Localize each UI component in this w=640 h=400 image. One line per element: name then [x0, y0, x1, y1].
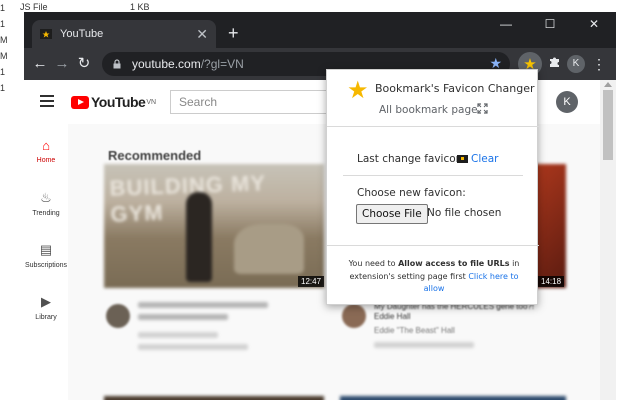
- file-access-notice: You need to Allow access to file URLs in…: [341, 258, 527, 296]
- guide-item-library[interactable]: ▶ Library: [24, 294, 68, 321]
- youtube-avatar[interactable]: K: [556, 91, 578, 113]
- youtube-play-icon: [71, 95, 89, 109]
- choose-file-button[interactable]: Choose File: [356, 204, 428, 224]
- thumbnail-rock: [234, 224, 304, 274]
- tab-title: YouTube: [60, 28, 104, 40]
- section-title: Recommended: [108, 148, 202, 163]
- last-change-label: Last change favicon: [357, 153, 463, 165]
- tab-youtube[interactable]: YouTube ✕: [32, 20, 216, 48]
- youtube-search-input[interactable]: Search: [170, 90, 330, 114]
- channel-avatar[interactable]: [106, 304, 130, 328]
- current-favicon-icon: [457, 155, 468, 163]
- all-bookmark-link[interactable]: All bookmark page: [379, 104, 478, 116]
- video-duration: 14:18: [538, 276, 565, 287]
- file-type-label: JS File: [20, 2, 48, 12]
- explorer-marker: 1: [0, 67, 6, 77]
- divider: [327, 126, 539, 127]
- thumbnail-person: [186, 192, 212, 282]
- divider: [343, 175, 523, 176]
- url-host: youtube.com: [132, 57, 201, 71]
- guide-label: Trending: [32, 210, 60, 217]
- flame-icon: ♨: [40, 190, 52, 205]
- channel-name[interactable]: Eddie "The Beast" Hall: [374, 326, 455, 336]
- notice-text: You need to: [348, 259, 399, 268]
- url-path: /?gl=VN: [200, 57, 244, 71]
- notice-bold: Allow access to file URLs: [398, 259, 510, 268]
- guide-sidebar: ⌂ Home ♨ Trending ▤ Subscriptions ▶ Libr…: [24, 124, 68, 400]
- file-size-label: 1 KB: [130, 2, 150, 12]
- video-thumbnail[interactable]: [340, 396, 566, 400]
- popup-header: ★ Bookmark's Favicon Changer All bookmar…: [327, 70, 539, 122]
- channel-avatar[interactable]: [342, 304, 366, 328]
- lock-icon: [113, 59, 121, 69]
- clear-link[interactable]: Clear: [471, 153, 498, 165]
- explorer-file-row: JS File 1 KB: [20, 2, 240, 12]
- video-stats-blurred: [374, 342, 474, 348]
- explorer-marker: M: [0, 35, 8, 45]
- guide-label: Home: [36, 157, 56, 164]
- youtube-logo[interactable]: YouTube VN: [71, 94, 156, 110]
- hamburger-menu-icon[interactable]: [40, 95, 54, 107]
- tab-close-icon[interactable]: ✕: [196, 26, 208, 43]
- library-icon: ▶: [41, 294, 51, 309]
- tab-strip: YouTube ✕ + — ☐ ✕: [24, 12, 616, 48]
- video-thumbnail[interactable]: BUILDING MY GYM: [104, 164, 324, 288]
- guide-label: Library: [35, 314, 57, 321]
- guide-label: Subscriptions: [24, 262, 68, 269]
- thumbnail-text: BUILDING MY GYM: [109, 170, 266, 227]
- expand-icon[interactable]: [477, 103, 488, 114]
- explorer-marker: 1: [0, 83, 6, 93]
- scroll-up-icon[interactable]: [604, 82, 612, 87]
- back-arrow-icon[interactable]: ←: [30, 54, 50, 74]
- divider: [327, 245, 539, 246]
- url-text: youtube.com/?gl=VN: [132, 57, 244, 71]
- video-duration: 12:47: [298, 276, 325, 287]
- minimize-icon[interactable]: —: [484, 12, 528, 36]
- guide-item-home[interactable]: ⌂ Home: [24, 138, 68, 164]
- region-code: VN: [146, 98, 157, 106]
- video-thumbnail[interactable]: [104, 396, 324, 400]
- explorer-marker: 1: [0, 19, 6, 29]
- scrollbar-thumb[interactable]: [603, 90, 613, 160]
- popup-title: Bookmark's Favicon Changer: [375, 82, 535, 95]
- profile-avatar[interactable]: K: [567, 55, 585, 73]
- channel-name-blurred[interactable]: [138, 332, 218, 338]
- guide-item-subscriptions[interactable]: ▤ Subscriptions: [24, 242, 68, 269]
- choose-favicon-label: Choose new favicon:: [357, 187, 466, 199]
- window-close-icon[interactable]: ✕: [572, 12, 616, 36]
- video-title-blurred[interactable]: [138, 302, 268, 308]
- new-tab-icon[interactable]: +: [228, 24, 239, 42]
- guide-item-trending[interactable]: ♨ Trending: [24, 190, 68, 217]
- star-logo-icon: ★: [347, 76, 369, 104]
- youtube-logo-text: YouTube: [91, 94, 146, 110]
- favicon-changer-popup: ★ Bookmark's Favicon Changer All bookmar…: [326, 69, 539, 305]
- no-file-text: No file chosen: [427, 207, 502, 219]
- subscriptions-icon: ▤: [39, 242, 53, 257]
- video-title[interactable]: My Daughter has the HERCULES gene too?! …: [374, 302, 554, 322]
- explorer-marker: M: [0, 51, 8, 61]
- puzzle-icon[interactable]: [544, 54, 564, 74]
- kebab-menu-icon[interactable]: ⋮: [592, 54, 606, 74]
- home-icon: ⌂: [42, 138, 50, 153]
- video-title-blurred[interactable]: [138, 314, 228, 320]
- forward-arrow-icon[interactable]: →: [52, 54, 72, 74]
- video-stats-blurred: [138, 344, 248, 350]
- explorer-column: 1 1 M M 1 1: [0, 0, 24, 400]
- reload-icon[interactable]: ↻: [74, 54, 94, 74]
- explorer-marker: 1: [0, 3, 6, 13]
- tab-favicon-icon: [40, 28, 52, 40]
- page-scrollbar[interactable]: [600, 80, 616, 400]
- maximize-icon[interactable]: ☐: [528, 12, 572, 36]
